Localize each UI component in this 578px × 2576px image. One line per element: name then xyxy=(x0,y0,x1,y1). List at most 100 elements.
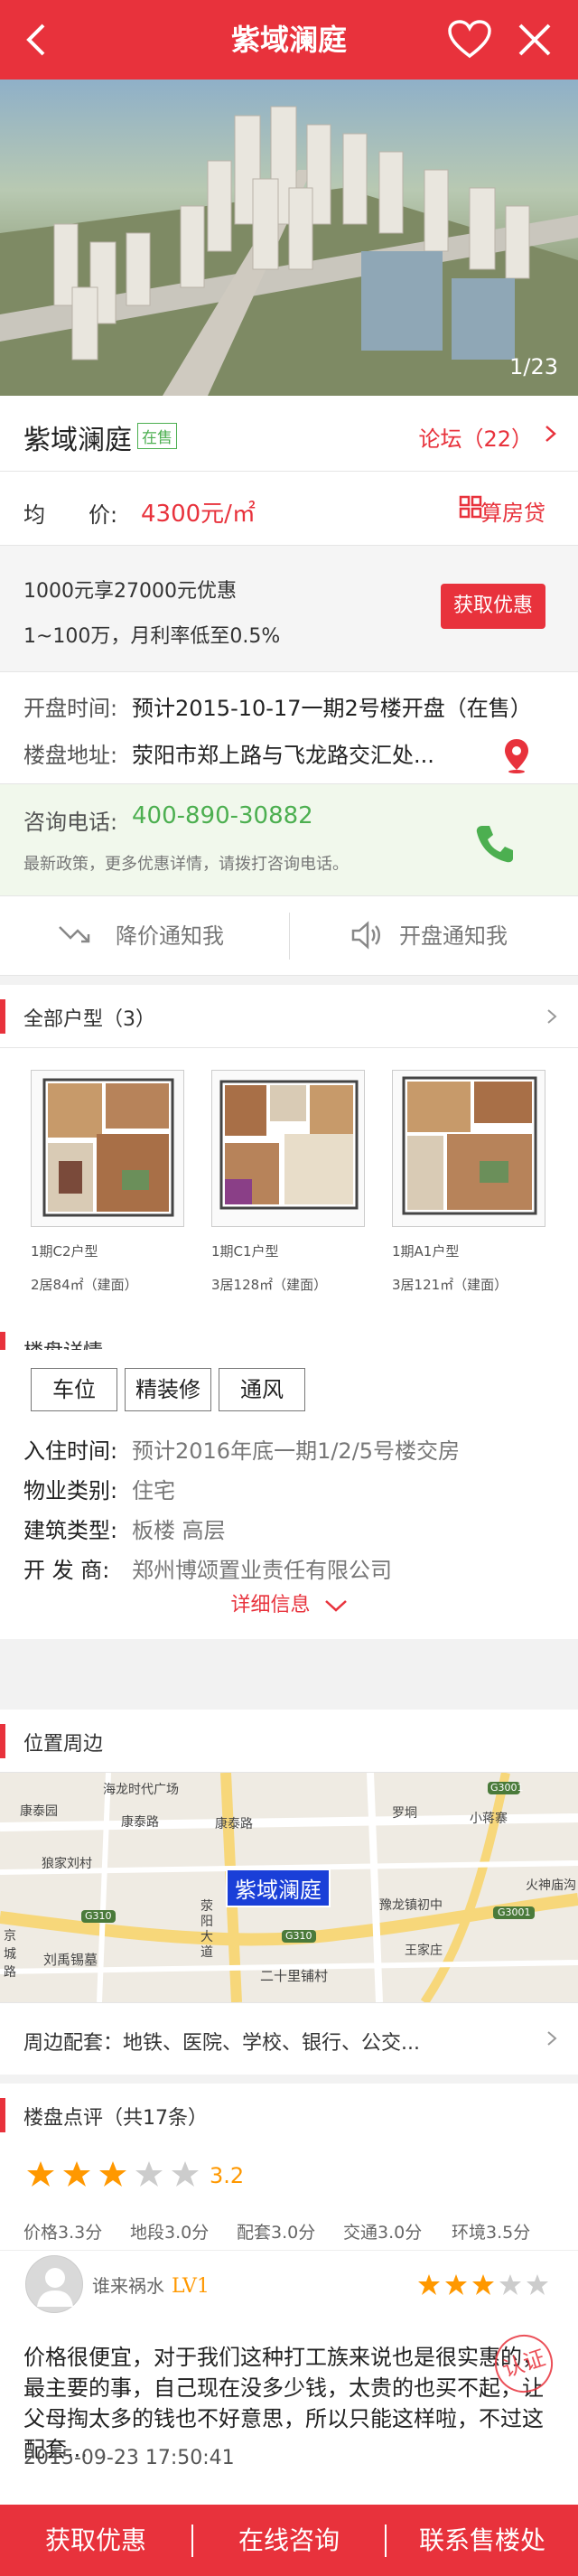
address-value[interactable]: 荥阳市郑上路与飞龙路交汇处... xyxy=(132,737,434,769)
floorplan-card[interactable]: 1期C1户型 3居128㎡（建面） xyxy=(211,1070,368,1294)
map-label: 罗垌 xyxy=(392,1806,417,1821)
score-price: 价格3.3分 xyxy=(23,2223,103,2243)
aerial-rendering-image xyxy=(0,106,578,396)
location-title: 位置周边 xyxy=(23,1733,104,1756)
map-label: 豫龙镇初中 xyxy=(379,1898,443,1913)
detail-value: 板楼 高层 xyxy=(132,1518,226,1543)
location-pin-icon[interactable] xyxy=(502,737,531,773)
nearby-amenities-row[interactable]: 周边配套：地铁、医院、学校、银行、公交... xyxy=(0,2002,578,2075)
section-marker xyxy=(0,2098,5,2132)
promo-line-1: 1000元享27000元优惠 xyxy=(23,580,237,603)
open-time-label: 开盘时间: xyxy=(23,696,118,721)
reviews-section: 3.2 价格3.3分 地段3.0分 配套3.0分 交通3.0分 环境3.5分 谁… xyxy=(0,2138,578,2505)
user-level: LV1 xyxy=(172,2275,210,2298)
score-environment: 环境3.5分 xyxy=(452,2223,531,2243)
opening-label: 开盘通知我 xyxy=(399,923,508,949)
hero-image[interactable]: 1/23 xyxy=(0,80,578,396)
review-user[interactable]: 谁来祸水 LV1 xyxy=(92,2272,210,2298)
floorplans-title: 全部户型（3） xyxy=(23,1008,155,1031)
consult-phone-label: 咨询电话: xyxy=(23,810,118,835)
floorplan-name: 1期C1户型 xyxy=(211,1243,279,1260)
review-time: 2015-09-23 17:50:41 xyxy=(23,2447,235,2469)
map-label: 京城路 xyxy=(4,1929,16,1980)
star-icon xyxy=(99,2161,126,2187)
nav-bar: 紫域澜庭 xyxy=(0,0,578,80)
map-label: 荥阳大道 xyxy=(200,1899,213,1960)
divider xyxy=(0,2250,578,2251)
floorplan-desc: 3居128㎡（建面） xyxy=(211,1277,328,1293)
forum-link[interactable]: 论坛（22） xyxy=(418,421,533,453)
map-label: 小蒋寨 xyxy=(470,1812,508,1826)
get-discount-button[interactable]: 获取优惠 xyxy=(441,584,545,629)
consult-section: 咨询电话: 400-890-30882 最新政策，更多优惠详情，请拨打咨询电话。 xyxy=(0,784,578,896)
rating-value: 3.2 xyxy=(210,2163,245,2188)
avatar[interactable] xyxy=(25,2255,83,2313)
map-label: 王家庄 xyxy=(405,1944,443,1958)
property-name-row: 紫域澜庭 在售 论坛（22） xyxy=(0,396,578,472)
more-details-label: 详细信息 xyxy=(230,1594,311,1616)
chevron-right-icon xyxy=(547,2031,557,2046)
phone-icon[interactable] xyxy=(473,822,517,866)
property-name: 紫域澜庭 xyxy=(23,425,132,456)
calculator-icon[interactable] xyxy=(459,495,482,519)
score-location: 地段3.0分 xyxy=(130,2223,210,2243)
location-header: 位置周边 xyxy=(0,1710,578,1773)
chevron-down-icon xyxy=(324,1600,347,1612)
star-icon xyxy=(135,2161,163,2187)
star-icon xyxy=(445,2274,467,2295)
star-icon xyxy=(27,2161,54,2187)
rating-stars xyxy=(27,2161,199,2187)
star-icon xyxy=(499,2274,521,2295)
floorplan-name: 1期A1户型 xyxy=(392,1243,460,1260)
price-value: 4300元/㎡ xyxy=(141,501,256,528)
open-time-value: 预计2015-10-17一期2号楼开盘（在售） xyxy=(132,696,532,721)
price-row: 均 价: 4300元/㎡ 算房贷 xyxy=(0,472,578,546)
detail-label: 开 发 商: xyxy=(23,1558,110,1583)
map-label: 康泰园 xyxy=(20,1804,58,1819)
floorplan-card[interactable]: 1期A1户型 3居121㎡（建面） xyxy=(392,1070,549,1294)
consult-note: 最新政策，更多优惠详情，请拨打咨询电话。 xyxy=(23,855,349,874)
section-marker xyxy=(0,999,5,1034)
star-icon xyxy=(472,2274,494,2295)
chevron-right-icon xyxy=(547,1009,557,1024)
star-icon xyxy=(527,2274,548,2295)
detail-value: 郑州博颂置业责任有限公司 xyxy=(132,1558,392,1583)
heart-icon[interactable] xyxy=(446,18,493,61)
detail-label: 建筑类型: xyxy=(23,1518,118,1543)
floorplan-name: 1期C2户型 xyxy=(31,1243,98,1260)
floorplan-image xyxy=(211,1070,365,1227)
score-facilities: 配套3.0分 xyxy=(237,2223,316,2243)
online-consult-tab[interactable]: 在线咨询 xyxy=(193,2505,385,2576)
notify-row: 降价通知我 开盘通知我 xyxy=(0,896,578,976)
consult-phone-number[interactable]: 400-890-30882 xyxy=(132,802,313,829)
location-map[interactable]: 海龙时代广场 康泰园 康泰路 康泰路 罗垌 小蒋寨 狼家刘村 G3001 G31… xyxy=(0,1773,578,2002)
map-label: 二十里铺村 xyxy=(260,1968,329,1984)
sale-info: 开盘时间: 预计2015-10-17一期2号楼开盘（在售） 楼盘地址: 荥阳市郑… xyxy=(0,672,578,784)
star-icon xyxy=(63,2161,90,2187)
close-icon[interactable] xyxy=(515,20,555,60)
map-label: 火神庙沟 xyxy=(526,1878,576,1893)
score-traffic: 交通3.0分 xyxy=(343,2223,423,2243)
bottom-action-bar: 获取优惠 在线咨询 联系售楼处 xyxy=(0,2505,578,2576)
floorplans-header[interactable]: 全部户型（3） xyxy=(0,985,578,1048)
details-section: 车位 精装修 通风 入住时间: 预计2016年底一期1/2/5号楼交房 物业类别… xyxy=(0,1350,578,1639)
mortgage-calculator-link[interactable]: 算房贷 xyxy=(480,495,545,527)
feature-tag: 精装修 xyxy=(125,1368,211,1411)
map-label: 康泰路 xyxy=(121,1815,159,1830)
floorplan-card[interactable]: 1期C2户型 2居84㎡（建面） xyxy=(31,1070,188,1294)
map-marker-label[interactable]: 紫域澜庭 xyxy=(226,1869,331,1907)
price-drop-notify-button[interactable]: 降价通知我 xyxy=(0,896,289,976)
get-discount-tab[interactable]: 获取优惠 xyxy=(0,2505,191,2576)
opening-notify-button[interactable]: 开盘通知我 xyxy=(289,896,578,976)
star-icon xyxy=(418,2274,440,2295)
more-details-link[interactable]: 详细信息 xyxy=(0,1588,578,1617)
floorplan-desc: 2居84㎡（建面） xyxy=(31,1277,138,1293)
reviews-title: 楼盘点评（共17条） xyxy=(23,2107,208,2130)
map-label: 海龙时代广场 xyxy=(103,1783,179,1797)
contact-sales-tab[interactable]: 联系售楼处 xyxy=(387,2505,578,2576)
chevron-right-icon xyxy=(545,426,556,442)
address-label: 楼盘地址: xyxy=(23,743,118,768)
floorplans-list: 1期C2户型 2居84㎡（建面） 1期C1户型 3居128㎡（建面） 1期A1户… xyxy=(0,1048,578,1317)
floorplan-image xyxy=(392,1070,545,1227)
detail-label: 物业类别: xyxy=(23,1478,118,1503)
